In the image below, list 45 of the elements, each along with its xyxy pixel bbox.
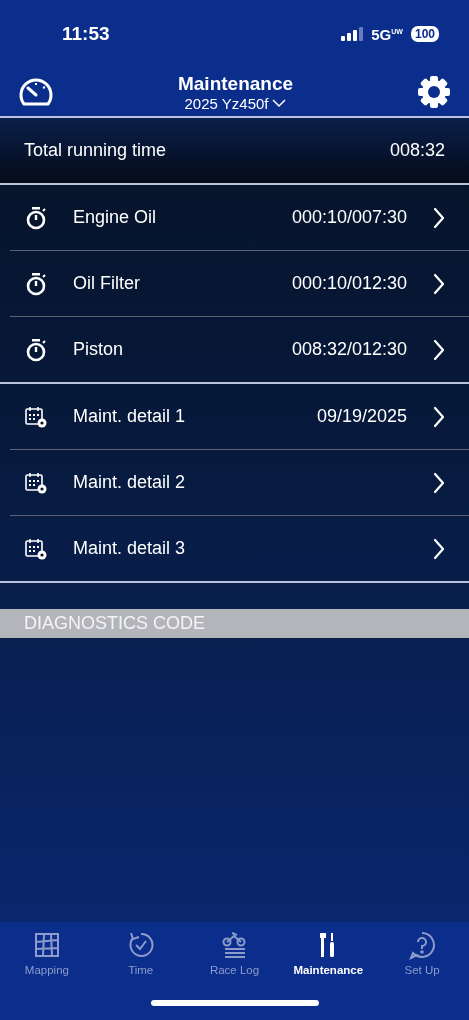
- battery-level: 100: [410, 26, 439, 42]
- network-label: 5G$^{UW}$: [371, 25, 403, 43]
- model-selector[interactable]: 2025 Yz450f: [184, 94, 287, 112]
- item-value: 09/19/2025: [316, 406, 407, 427]
- stopwatch-icon: [25, 205, 47, 230]
- question-bubble-icon: [407, 930, 438, 960]
- item-label: Maint. detail 2: [73, 472, 187, 493]
- calendar-gear-icon: [25, 405, 47, 428]
- chevron-right-icon: [433, 272, 445, 295]
- stopwatch-icon: [25, 337, 47, 362]
- item-label: Engine Oil: [73, 207, 158, 228]
- total-value: 008:32: [389, 140, 445, 161]
- tab-item[interactable]: Time: [93, 930, 188, 976]
- chevron-right-icon: [433, 405, 445, 428]
- list-row[interactable]: Engine Oil 000:10/007:30: [10, 185, 469, 251]
- screen-title: Maintenance: [177, 72, 294, 95]
- tab-item[interactable]: Mapping: [0, 930, 94, 976]
- item-label: Maint. detail 1: [73, 406, 187, 427]
- chevron-right-icon: [433, 338, 445, 361]
- tab-item[interactable]: Race Log: [187, 930, 282, 976]
- tab-item[interactable]: Maintenance: [281, 930, 376, 976]
- calendar-gear-icon: [25, 471, 47, 494]
- total-label: Total running time: [24, 140, 167, 161]
- list-row[interactable]: Oil Filter 000:10/012:30: [10, 251, 469, 317]
- status-time: 11:53: [62, 23, 110, 45]
- item-label: Piston: [73, 339, 125, 360]
- list-row[interactable]: Maint. detail 3: [10, 516, 469, 581]
- item-label: Maint. detail 3: [73, 538, 187, 559]
- tab-item[interactable]: Set Up: [375, 930, 469, 976]
- section-title: DIAGNOSTICS CODE: [24, 613, 206, 634]
- chevron-right-icon: [433, 206, 445, 229]
- stopwatch-icon: [25, 271, 47, 296]
- item-value: 008:32/012:30: [291, 339, 407, 360]
- chevron-right-icon: [433, 471, 445, 494]
- speedometer-button[interactable]: [18, 77, 54, 107]
- signal-icon: [341, 27, 364, 41]
- item-value: 000:10/012:30: [291, 273, 407, 294]
- chevron-right-icon: [433, 537, 445, 560]
- item-value: 000:10/007:30: [291, 207, 407, 228]
- list-row[interactable]: Maint. detail 2: [10, 450, 469, 516]
- item-label: Oil Filter: [73, 273, 141, 294]
- calendar-gear-icon: [25, 537, 47, 560]
- list-row[interactable]: Maint. detail 1 09/19/2025: [10, 384, 469, 450]
- list-row[interactable]: Piston 008:32/012:30: [10, 317, 469, 382]
- chevron-down-icon: [272, 98, 287, 108]
